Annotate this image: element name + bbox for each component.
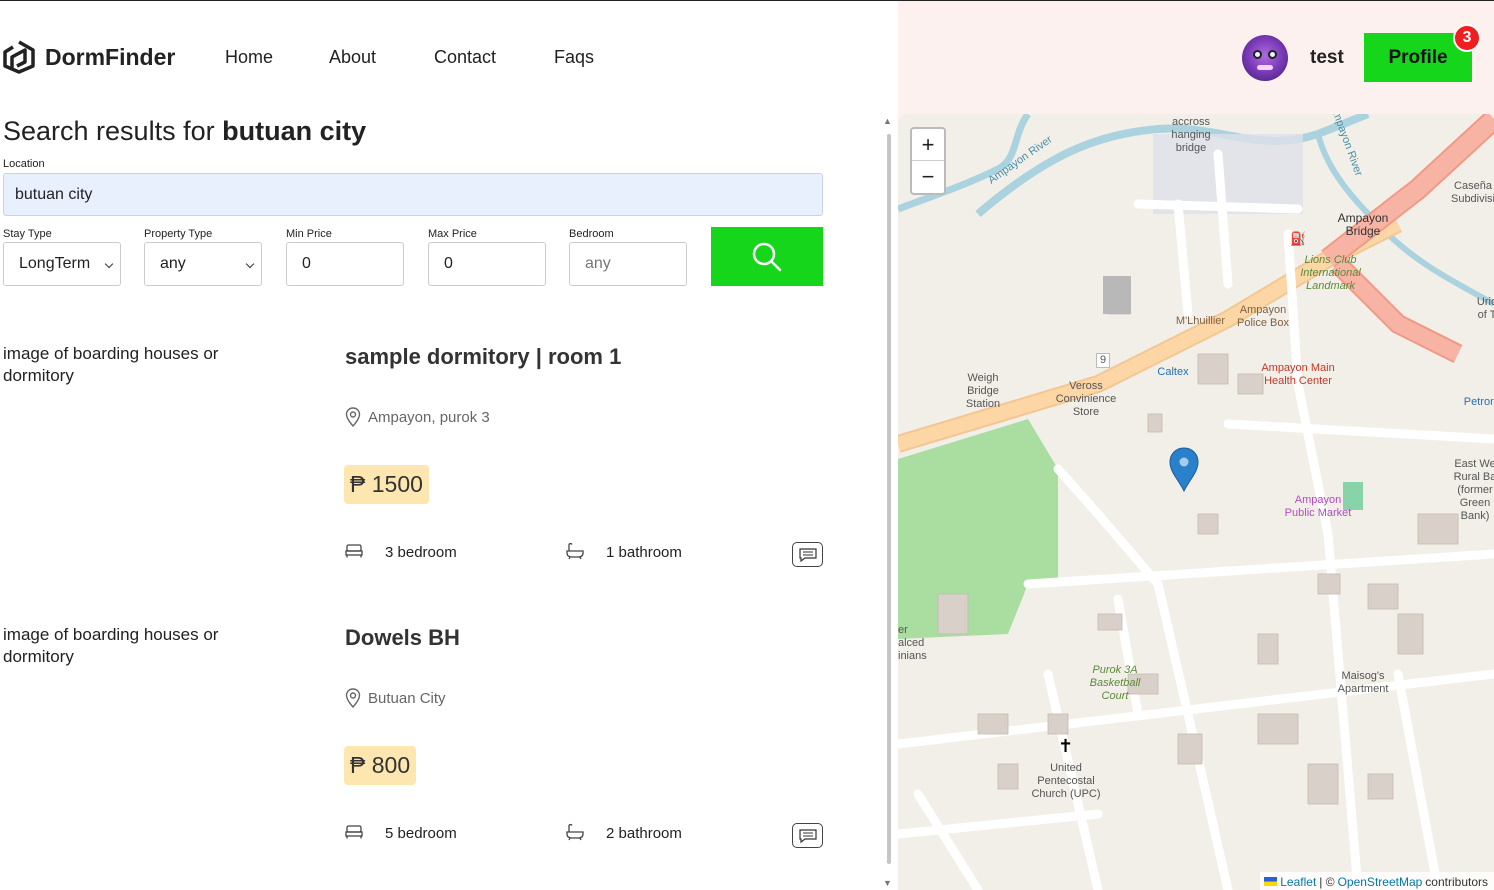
map-label: Ampayon Public Market (1284, 494, 1352, 519)
chat-icon (798, 828, 817, 843)
listing-location-text: Ampayon, purok 3 (368, 408, 490, 426)
map-label: M'Lhuillier (1175, 315, 1226, 327)
listing-title[interactable]: Dowels BH (345, 625, 460, 651)
map-label: Purok 3A Basketball Court (1089, 664, 1141, 702)
scroll-down-arrow[interactable]: ▼ (883, 878, 892, 888)
listing-price: ₱ 800 (344, 746, 417, 785)
max-price-value: 0 (444, 255, 453, 272)
stay-type-value: LongTerm (19, 255, 91, 272)
listing-location-text: Butuan City (368, 689, 446, 707)
brand-logo[interactable]: DormFinder (3, 40, 175, 74)
map[interactable]: accross hanging bridge Ampayon River Amp… (898, 114, 1494, 890)
stay-type-label: Stay Type (3, 228, 52, 240)
nav-home[interactable]: Home (225, 47, 273, 68)
property-type-value: any (160, 255, 186, 272)
zoom-in-button[interactable]: + (912, 129, 944, 161)
attribution-tail: contributors (1425, 874, 1488, 889)
chat-icon (798, 547, 817, 562)
location-pin-icon (345, 688, 361, 708)
chat-button[interactable] (792, 823, 823, 848)
listing-image[interactable]: image of boarding houses or dormitory (3, 624, 263, 668)
bathtub-icon (566, 823, 584, 841)
map-label: Ampayon Main Health Center (1261, 362, 1335, 387)
listing-title[interactable]: sample dormitory | room 1 (345, 344, 621, 370)
map-label: Weigh Bridge Station (965, 372, 1001, 410)
username: test (1310, 47, 1344, 68)
nav-faqs[interactable]: Faqs (554, 47, 594, 68)
bathtub-icon (566, 542, 584, 560)
attribution-separator: | © (1319, 874, 1335, 889)
listing-location: Butuan City (345, 688, 446, 708)
map-label: Ampayon Bridge (1337, 211, 1389, 238)
church-icon: ✝ (1058, 736, 1074, 756)
listing-bathrooms: 2 bathroom (606, 825, 682, 842)
listing-bedrooms: 5 bedroom (385, 825, 457, 842)
map-label: Ampayon Police Box (1237, 304, 1289, 329)
listing-price: ₱ 1500 (344, 465, 429, 504)
brand-name: DormFinder (45, 43, 176, 70)
location-input[interactable] (3, 173, 823, 216)
nav-about[interactable]: About (329, 47, 376, 68)
search-button[interactable] (711, 227, 823, 286)
map-label: Urio of T (1476, 296, 1494, 321)
max-price-label: Max Price (428, 228, 477, 240)
listing-bedrooms: 3 bedroom (385, 544, 457, 561)
min-price-input[interactable]: 0 (286, 242, 404, 286)
min-price-value: 0 (302, 255, 311, 272)
chat-button[interactable] (792, 542, 823, 567)
osm-link[interactable]: OpenStreetMap (1338, 875, 1423, 889)
map-label: accross hanging bridge (1171, 116, 1211, 154)
search-icon (752, 242, 782, 271)
map-label: Petron (1463, 396, 1494, 408)
bedroom-label: Bedroom (569, 228, 614, 240)
location-label: Location (3, 158, 45, 170)
map-label: United Pentecostal Church (UPC) (1031, 762, 1101, 800)
route-shield: 9 (1096, 353, 1110, 368)
ukraine-flag-icon (1264, 877, 1278, 886)
scroll-up-arrow[interactable]: ▲ (883, 116, 892, 126)
property-type-select[interactable]: any (144, 242, 262, 286)
logo-icon (3, 40, 35, 74)
min-price-label: Min Price (286, 228, 332, 240)
map-label: East We Rural Ba (former Green Bank) (1453, 458, 1494, 522)
map-label: Caltex (1157, 366, 1189, 378)
map-label: Veross Convinience Store (1055, 380, 1117, 418)
zoom-control: + − (910, 127, 946, 195)
map-attribution: Leaflet | © OpenStreetMap contributors (1260, 872, 1494, 890)
listing-location: Ampayon, purok 3 (345, 407, 490, 427)
listing-image[interactable]: image of boarding houses or dormitory (3, 343, 263, 387)
nav-contact[interactable]: Contact (434, 47, 496, 68)
page-title: Search results for butuan city (3, 116, 366, 147)
bed-icon (345, 544, 363, 558)
map-label: Maisog's Apartment (1337, 670, 1389, 695)
title-query: butuan city (222, 116, 367, 146)
avatar[interactable] (1242, 35, 1288, 81)
scrollbar-thumb[interactable] (887, 134, 891, 864)
zoom-out-button[interactable]: − (912, 161, 944, 193)
location-pin-icon (345, 407, 361, 427)
map-label: er alced inians (898, 624, 927, 662)
leaflet-link[interactable]: Leaflet (1280, 875, 1316, 889)
bed-icon (345, 825, 363, 839)
bedroom-input[interactable]: any (569, 242, 687, 286)
bedroom-placeholder: any (585, 255, 611, 272)
property-type-label: Property Type (144, 228, 213, 240)
stay-type-select[interactable]: LongTerm (3, 242, 121, 286)
map-label: Lions Club International Landmark (1300, 254, 1361, 292)
listing-bathrooms: 1 bathroom (606, 544, 682, 561)
title-prefix: Search results for (3, 116, 215, 146)
fuel-station-icon: ⛽ (1290, 231, 1307, 246)
notification-badge: 3 (1453, 24, 1481, 52)
map-tiles (898, 114, 1494, 890)
max-price-input[interactable]: 0 (428, 242, 546, 286)
map-label: Caseña Subdivisi (1450, 180, 1494, 205)
